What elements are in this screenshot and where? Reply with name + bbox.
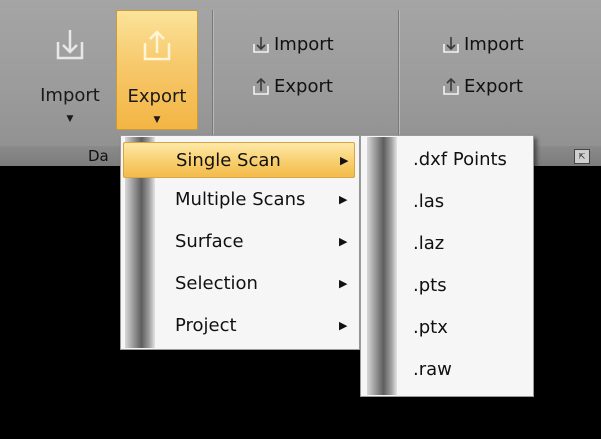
menu-item-selection[interactable]: Selection ▶ — [123, 266, 355, 302]
submenu-arrow-icon: ▶ — [339, 277, 348, 290]
group-separator — [398, 10, 399, 140]
import-small-label: Import — [464, 34, 524, 55]
chevron-down-icon: ▼ — [66, 114, 74, 124]
menu-item-label: Single Scan — [176, 150, 281, 171]
menu-item-dxf-points[interactable]: .dxf Points — [361, 142, 533, 178]
ribbon-group-label: Da — [88, 147, 109, 165]
menu-item-raw[interactable]: .raw — [361, 352, 533, 388]
import-arrow-icon — [443, 36, 459, 53]
menu-item-single-scan[interactable]: Single Scan ▶ — [123, 142, 355, 178]
group-separator — [212, 10, 213, 140]
export-button[interactable]: Export ▼ — [116, 10, 198, 130]
submenu-arrow-icon: ▶ — [339, 235, 348, 248]
menu-item-label: Surface — [175, 231, 244, 252]
submenu-arrow-icon: ▶ — [339, 193, 348, 206]
submenu-arrow-icon: ▶ — [339, 319, 348, 332]
export-small-button[interactable]: Export — [252, 76, 333, 97]
import-button-label: Import — [40, 85, 100, 106]
export-small-label: Export — [274, 76, 333, 97]
menu-item-multiple-scans[interactable]: Multiple Scans ▶ — [123, 182, 355, 218]
import-small-label: Import — [274, 34, 334, 55]
menu-item-label: .pts — [413, 275, 447, 296]
export-arrow-icon — [253, 77, 269, 95]
menu-item-label: Multiple Scans — [175, 189, 306, 210]
export-button-label: Export — [127, 86, 187, 107]
single-scan-submenu: .dxf Points .las .laz .pts .ptx .raw — [360, 135, 534, 397]
dialog-launcher-icon[interactable]: ⇱ — [574, 149, 590, 164]
export-small-label: Export — [464, 76, 523, 97]
menu-item-project[interactable]: Project ▶ — [123, 308, 355, 344]
menu-item-ptx[interactable]: .ptx — [361, 310, 533, 346]
export-menu: Single Scan ▶ Multiple Scans ▶ Surface ▶… — [120, 135, 360, 350]
menu-item-surface[interactable]: Surface ▶ — [123, 224, 355, 260]
export-small-button[interactable]: Export — [442, 76, 523, 97]
menu-item-label: .raw — [413, 359, 452, 380]
menu-item-label: .las — [413, 191, 445, 212]
menu-item-label: .laz — [413, 233, 445, 254]
import-button[interactable]: Import ▼ — [26, 10, 114, 130]
import-small-button[interactable]: Import — [252, 34, 334, 55]
submenu-arrow-icon: ▶ — [340, 154, 349, 167]
menu-item-laz[interactable]: .laz — [361, 226, 533, 262]
menu-item-label: Project — [175, 315, 237, 336]
export-arrow-icon — [143, 30, 171, 61]
menu-item-label: Selection — [175, 273, 258, 294]
menu-item-label: .dxf Points — [413, 149, 507, 170]
chevron-down-icon: ▼ — [153, 115, 161, 125]
export-arrow-icon — [443, 77, 459, 95]
menu-item-label: .ptx — [413, 317, 448, 338]
import-small-button[interactable]: Import — [442, 34, 524, 55]
menu-item-las[interactable]: .las — [361, 184, 533, 220]
import-arrow-icon — [253, 36, 269, 53]
menu-item-pts[interactable]: .pts — [361, 268, 533, 304]
import-arrow-icon — [56, 30, 84, 60]
